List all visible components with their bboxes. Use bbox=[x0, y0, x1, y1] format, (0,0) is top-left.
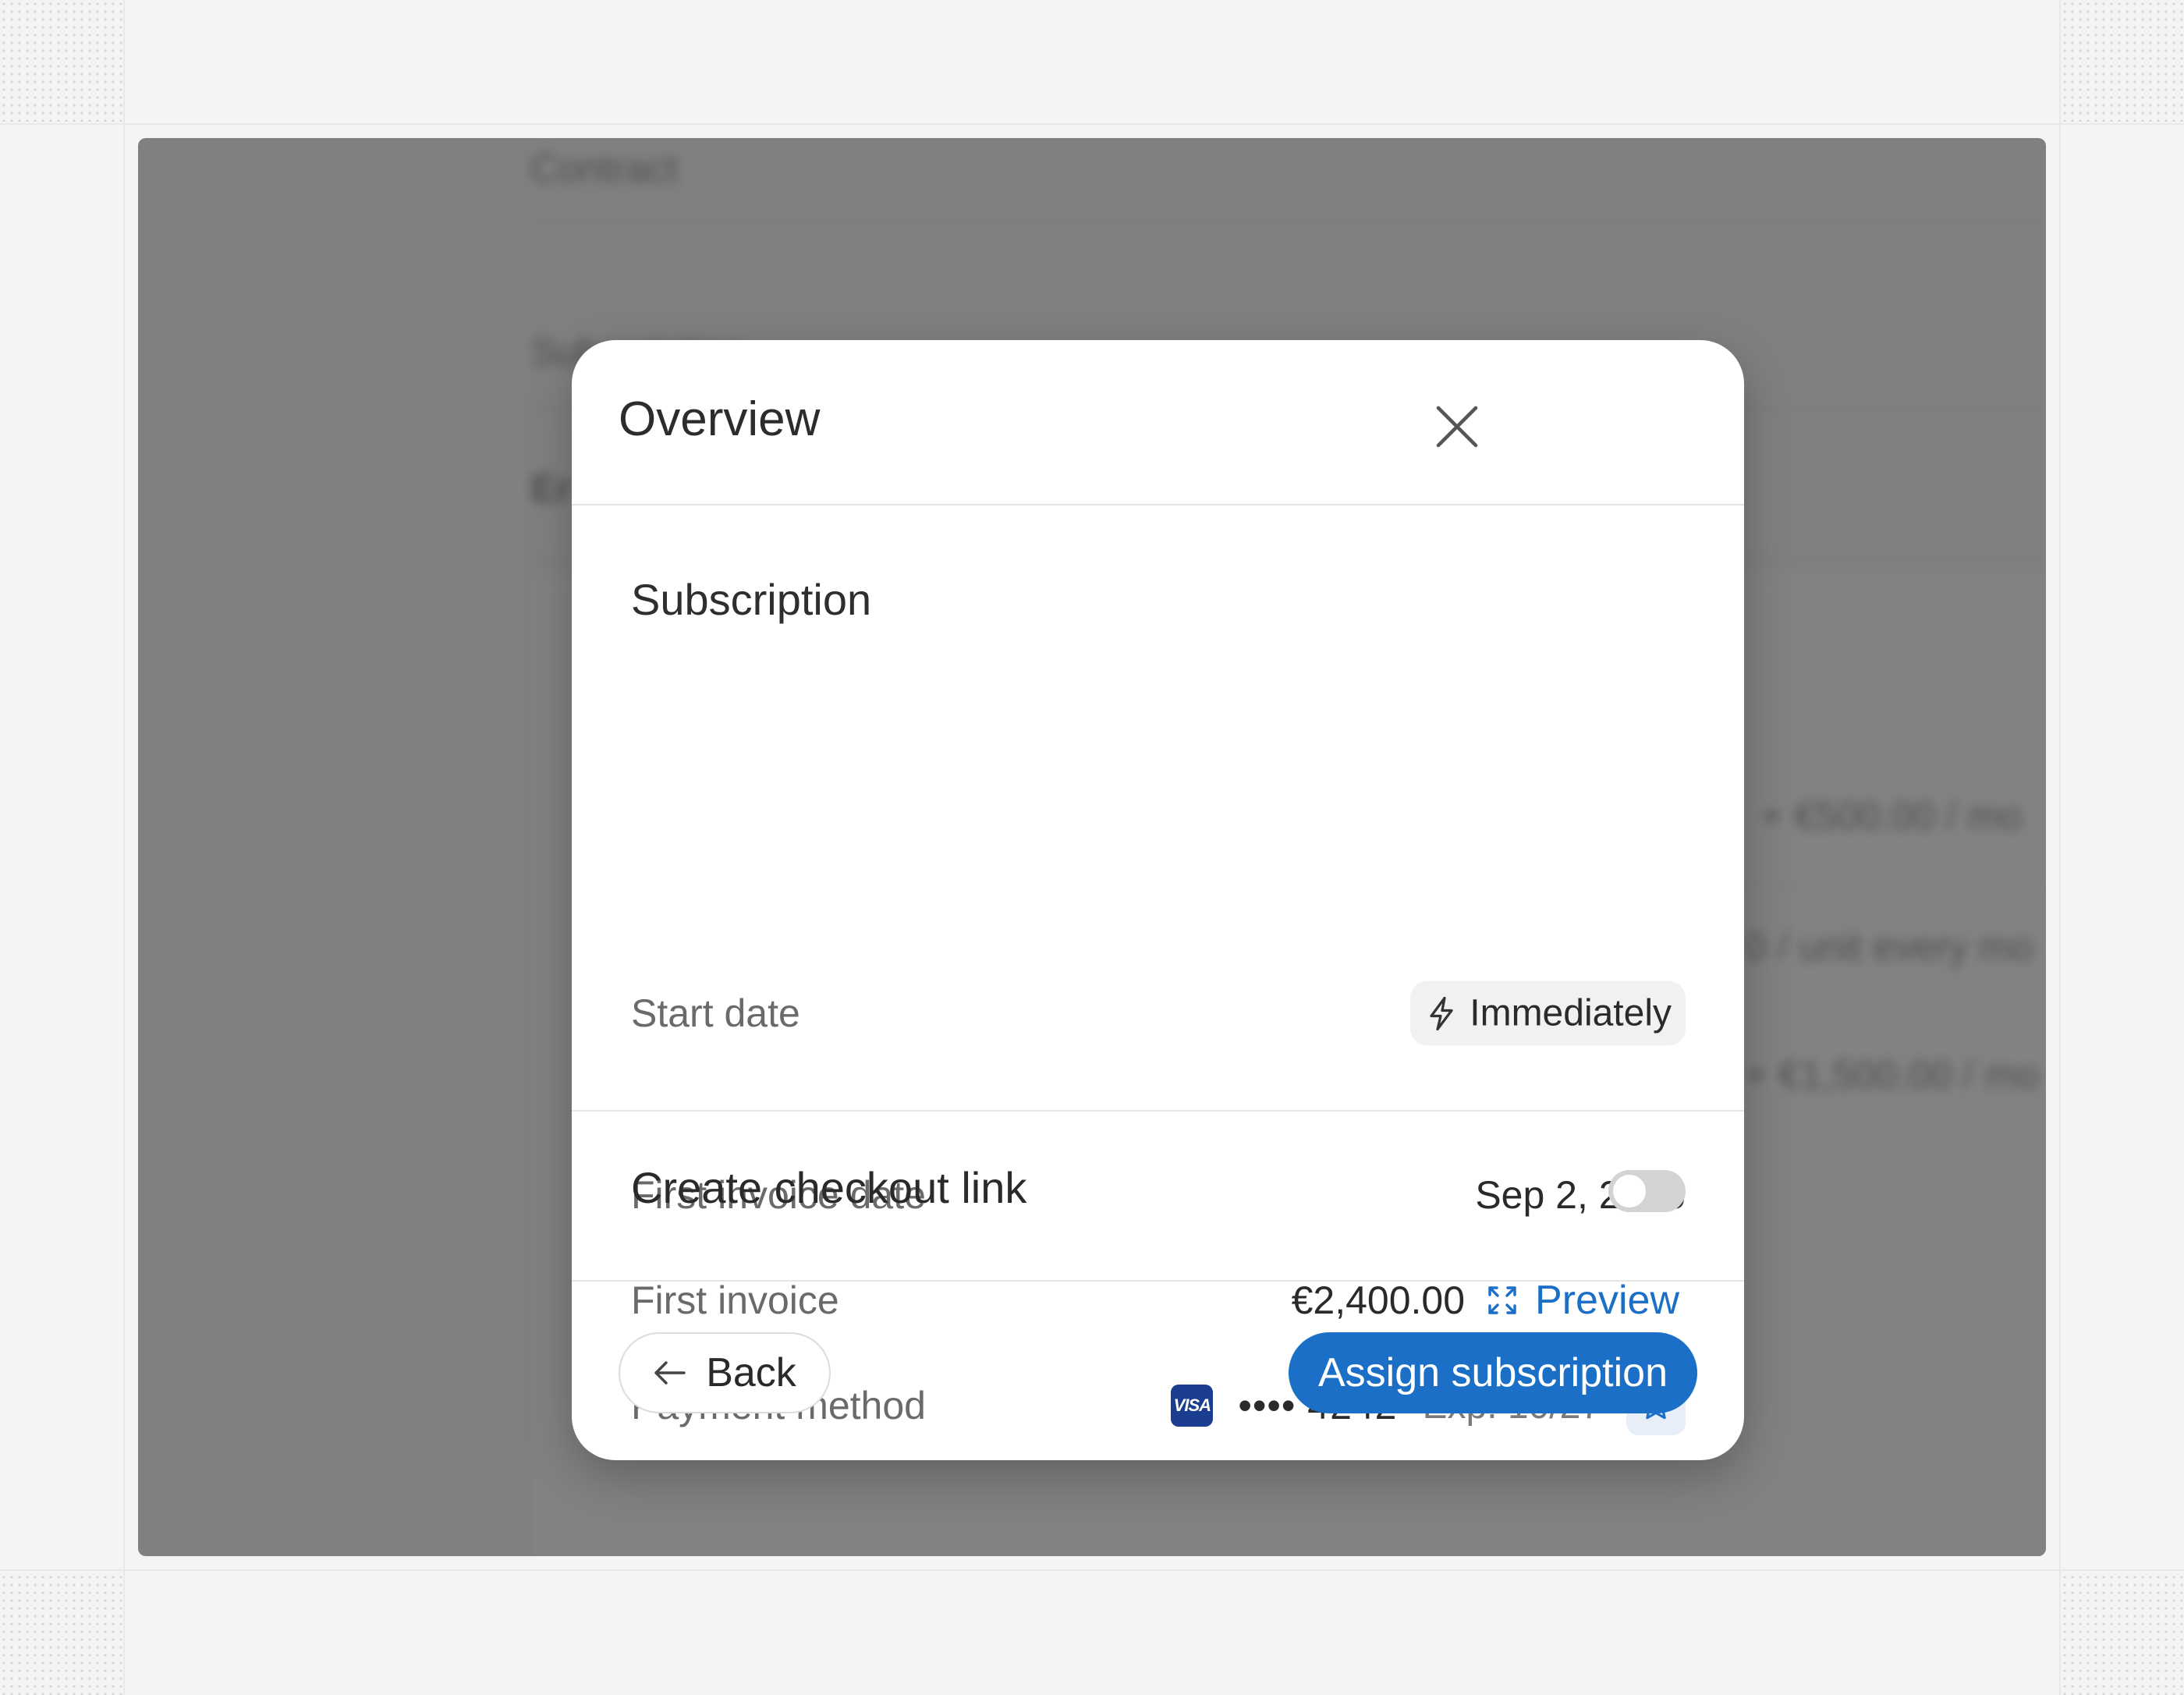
guide-line bbox=[0, 123, 2184, 125]
page: Contract Subscription Er + €500.00 / mo … bbox=[0, 0, 2184, 1695]
toggle-knob bbox=[1613, 1175, 1646, 1207]
bg-price: + €500.00 / mo bbox=[1760, 794, 2022, 838]
guide-line bbox=[0, 1569, 2184, 1571]
dot-pattern bbox=[0, 1573, 123, 1695]
dot-pattern bbox=[2061, 0, 2184, 122]
bg-divider bbox=[1737, 883, 2046, 885]
dot-pattern bbox=[2061, 1573, 2184, 1695]
checkout-label: Create checkout link bbox=[631, 1163, 1027, 1212]
back-label: Back bbox=[706, 1350, 796, 1395]
dot-pattern bbox=[0, 0, 123, 122]
assign-subscription-button[interactable]: Assign subscription bbox=[1289, 1332, 1697, 1413]
guide-line bbox=[2059, 0, 2061, 1695]
checkout-toggle[interactable] bbox=[1608, 1170, 1686, 1212]
assign-label: Assign subscription bbox=[1318, 1350, 1668, 1395]
footer-divider bbox=[572, 1280, 1744, 1282]
back-button[interactable]: Back bbox=[619, 1332, 831, 1413]
arrow-left-icon bbox=[654, 1361, 686, 1385]
bg-price: 0 / unit every mo bbox=[1745, 925, 2033, 969]
modal-lower: Create checkout link Back Assign subscri… bbox=[572, 340, 1744, 1460]
bg-price: + €1,500.00 / mo bbox=[1745, 1053, 2039, 1097]
bg-heading: Contract bbox=[530, 147, 678, 190]
bg-heading: Er bbox=[530, 466, 572, 510]
guide-line bbox=[123, 0, 125, 1695]
bg-divider bbox=[530, 222, 2046, 225]
